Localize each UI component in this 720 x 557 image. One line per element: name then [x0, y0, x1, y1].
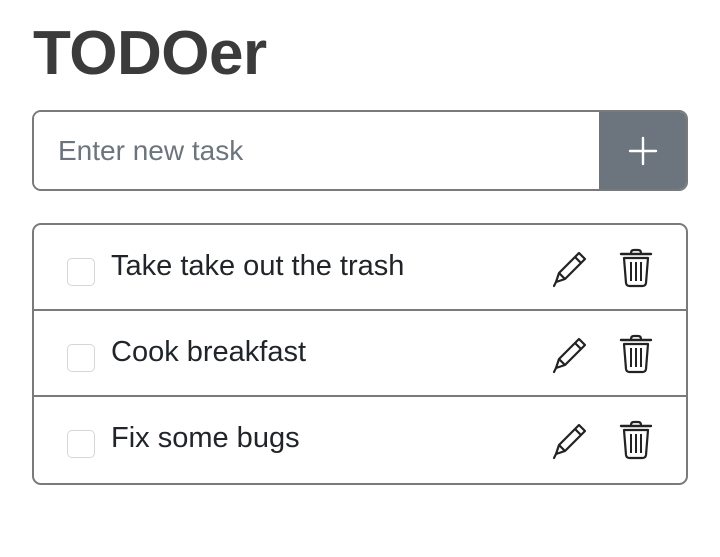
pencil-icon	[552, 251, 587, 288]
task-list: Take take out the trash Cook breakfast F…	[32, 223, 688, 485]
task-item: Take take out the trash	[34, 225, 686, 311]
add-task-button[interactable]	[599, 112, 686, 189]
new-task-input[interactable]	[34, 112, 599, 189]
trash-icon	[619, 334, 653, 374]
delete-task-button[interactable]	[616, 419, 656, 461]
pencil-icon	[552, 337, 587, 374]
edit-task-button[interactable]	[549, 333, 589, 375]
trash-icon	[619, 248, 653, 288]
task-label: Take take out the trash	[111, 250, 405, 282]
task-item: Cook breakfast	[34, 311, 686, 397]
task-label: Cook breakfast	[111, 336, 307, 368]
task-checkbox[interactable]	[67, 258, 95, 286]
app-title: TODOer	[33, 19, 267, 88]
delete-task-button[interactable]	[616, 333, 656, 375]
edit-task-button[interactable]	[549, 419, 589, 461]
task-checkbox[interactable]	[67, 344, 95, 372]
task-label: Fix some bugs	[111, 422, 300, 454]
delete-task-button[interactable]	[616, 247, 656, 289]
task-item: Fix some bugs	[34, 397, 686, 483]
new-task-form	[32, 110, 688, 191]
pencil-icon	[552, 423, 587, 460]
edit-task-button[interactable]	[549, 247, 589, 289]
plus-icon	[628, 136, 657, 165]
trash-icon	[619, 420, 653, 460]
task-checkbox[interactable]	[67, 430, 95, 458]
